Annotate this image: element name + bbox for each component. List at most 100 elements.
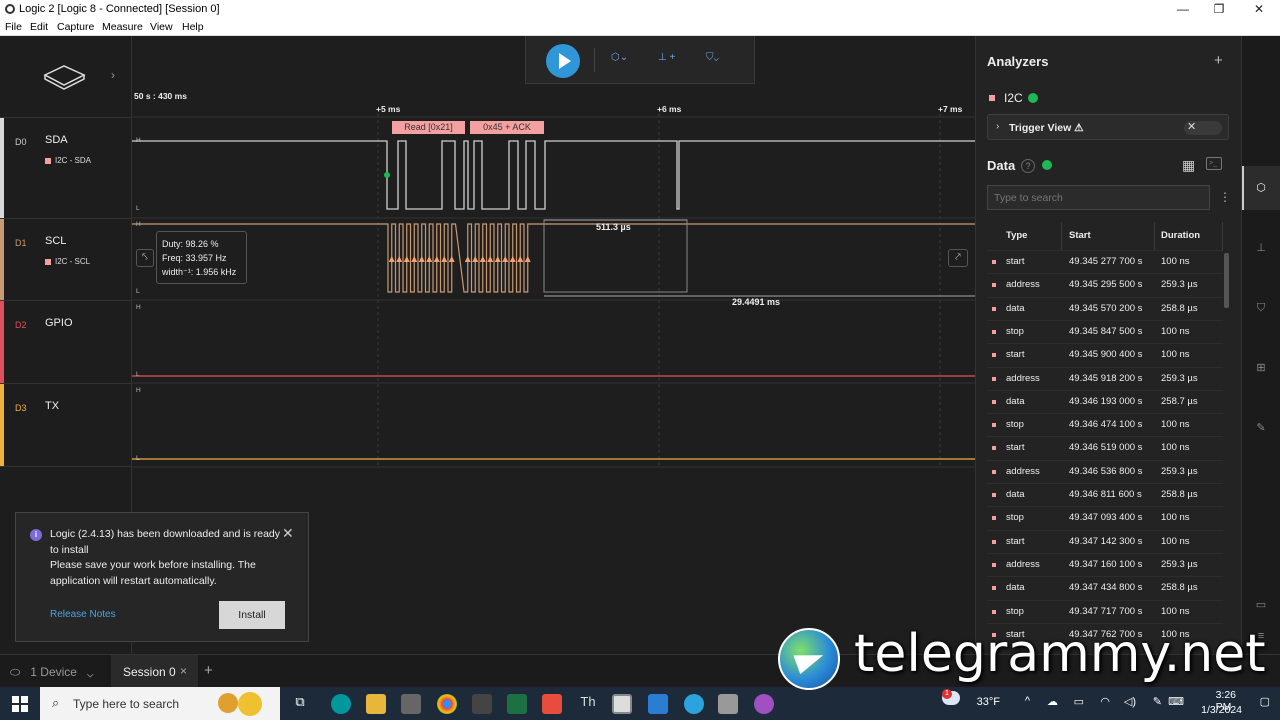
cell-duration: 100 ns bbox=[1161, 349, 1190, 361]
app-icon[interactable] bbox=[754, 694, 774, 714]
weather-sun-icon[interactable] bbox=[238, 692, 262, 716]
tx-high-label: H bbox=[136, 387, 141, 394]
table-row[interactable]: data 49.347 434 800 s 258.8 µs bbox=[987, 576, 1223, 599]
measure-falling-edge-icon[interactable]: ⤤ bbox=[948, 249, 968, 267]
menu-measure[interactable]: Measure bbox=[102, 21, 143, 33]
table-scrollbar[interactable] bbox=[1224, 253, 1229, 308]
volume-icon[interactable]: ◁) bbox=[1124, 695, 1136, 708]
add-marker-icon[interactable]: ⛉⌄ bbox=[706, 52, 719, 63]
windows-start-icon[interactable] bbox=[12, 696, 28, 712]
channel-row-d0[interactable]: D0 SDA I2C - SDA bbox=[0, 117, 132, 218]
column-header-start[interactable]: Start bbox=[1062, 222, 1155, 250]
table-row[interactable]: stop 49.347 717 700 s 100 ns bbox=[987, 599, 1223, 623]
trigger-settings-icon[interactable]: ⬡⌄ bbox=[611, 52, 628, 63]
release-notes-link[interactable]: Release Notes bbox=[50, 609, 116, 620]
expand-chevron-icon[interactable]: › bbox=[111, 68, 115, 82]
trigger-view-row[interactable]: › Trigger View ⚠ ✕ bbox=[987, 114, 1229, 140]
table-row[interactable]: start 49.345 900 400 s 100 ns bbox=[987, 343, 1223, 366]
menu-edit[interactable]: Edit bbox=[30, 21, 48, 33]
table-row[interactable]: address 49.345 918 200 s 259.3 µs bbox=[987, 366, 1223, 390]
app-icon[interactable] bbox=[718, 694, 738, 714]
channel-row-d1[interactable]: D1 SCL I2C - SCL bbox=[0, 218, 132, 300]
add-analyzer-button[interactable]: + bbox=[1214, 52, 1223, 69]
news-widget-icon[interactable] bbox=[218, 693, 238, 713]
table-row[interactable]: address 49.346 536 800 s 259.3 µs bbox=[987, 459, 1223, 483]
extensions-tab-icon[interactable]: ⊞ bbox=[1252, 359, 1270, 377]
notes-tab-icon[interactable]: ✎ bbox=[1252, 419, 1270, 437]
table-row[interactable]: start 49.345 277 700 s 100 ns bbox=[987, 250, 1223, 273]
excel-icon[interactable] bbox=[507, 694, 527, 714]
app-icon[interactable] bbox=[401, 694, 421, 714]
close-tab-icon[interactable]: × bbox=[180, 664, 187, 678]
task-view-icon[interactable]: ⧉ bbox=[290, 694, 310, 714]
row-color-marker bbox=[992, 446, 996, 451]
start-capture-button[interactable] bbox=[546, 44, 580, 78]
network-icon[interactable]: ▭ bbox=[1074, 695, 1084, 708]
tab-session-0[interactable]: Session 0 × bbox=[111, 655, 198, 688]
channel-analyzer-label: I2C - SDA bbox=[45, 156, 91, 165]
show-hidden-icons[interactable]: ^ bbox=[1025, 695, 1030, 707]
install-button[interactable]: Install bbox=[219, 601, 285, 629]
analyzers-tab-icon[interactable]: ⬡ bbox=[1252, 179, 1270, 197]
close-window-button[interactable]: ✕ bbox=[1244, 1, 1274, 18]
more-options-icon[interactable]: ⋮ bbox=[1219, 190, 1231, 204]
help-icon[interactable]: ? bbox=[1021, 159, 1035, 173]
add-session-button[interactable]: + bbox=[204, 662, 213, 679]
maximize-button[interactable]: ❐ bbox=[1204, 1, 1234, 18]
table-view-icon[interactable]: ▦ bbox=[1182, 157, 1195, 174]
table-row[interactable]: data 49.346 811 600 s 258.8 µs bbox=[987, 483, 1223, 506]
vscode-icon[interactable] bbox=[648, 694, 668, 714]
action-center-icon[interactable]: ▢ bbox=[1260, 695, 1270, 708]
minimize-button[interactable]: — bbox=[1168, 1, 1198, 18]
language-icon[interactable]: ⌨ bbox=[1168, 695, 1184, 708]
table-row[interactable]: start 49.347 142 300 s 100 ns bbox=[987, 529, 1223, 553]
markers-tab-icon[interactable]: ⛉ bbox=[1252, 299, 1270, 317]
app-icon[interactable] bbox=[472, 694, 492, 714]
telegram-icon[interactable] bbox=[684, 694, 704, 714]
table-row[interactable]: address 49.347 160 100 s 259.3 µs bbox=[987, 552, 1223, 576]
git-icon[interactable] bbox=[542, 694, 562, 714]
cell-start: 49.346 474 100 s bbox=[1069, 419, 1143, 431]
table-row[interactable]: start 49.346 519 000 s 100 ns bbox=[987, 436, 1223, 459]
clock-date[interactable]: 1/3/2024 bbox=[1201, 704, 1242, 716]
menu-view[interactable]: View bbox=[150, 21, 173, 33]
column-header-duration[interactable]: Duration bbox=[1155, 222, 1223, 250]
table-row[interactable]: stop 49.345 847 500 s 100 ns bbox=[987, 319, 1223, 343]
menu-help[interactable]: Help bbox=[182, 21, 204, 33]
app-icon[interactable]: Th bbox=[578, 694, 598, 714]
add-measurement-icon[interactable]: ⊥ + bbox=[658, 52, 675, 63]
table-row[interactable]: data 49.346 193 000 s 258.7 µs bbox=[987, 389, 1223, 413]
menu-capture[interactable]: Capture bbox=[57, 21, 94, 33]
trigger-view-toggle[interactable]: ✕ bbox=[1184, 121, 1222, 135]
table-row[interactable]: stop 49.347 093 400 s 100 ns bbox=[987, 506, 1223, 529]
wifi-icon[interactable]: ◠ bbox=[1100, 695, 1110, 708]
onedrive-icon[interactable]: ☁ bbox=[1047, 695, 1058, 708]
pen-icon[interactable]: ✎ bbox=[1153, 695, 1162, 708]
measure-rising-edge-icon[interactable]: ⤣ bbox=[136, 249, 154, 267]
protocol-bubble-data[interactable]: 0x45 + ACK bbox=[470, 121, 544, 134]
scl-high-label: H bbox=[136, 221, 141, 228]
chrome-icon[interactable] bbox=[437, 694, 457, 714]
table-row[interactable]: stop 49.346 474 100 s 100 ns bbox=[987, 413, 1223, 436]
terminal-view-icon[interactable]: >_ bbox=[1206, 157, 1222, 170]
channel-row-d3[interactable]: D3 TX bbox=[0, 383, 132, 467]
arduino-icon[interactable] bbox=[331, 694, 351, 714]
table-row[interactable]: address 49.345 295 500 s 259.3 µs bbox=[987, 273, 1223, 296]
channel-row-d2[interactable]: D2 GPIO bbox=[0, 300, 132, 383]
cell-duration: 258.8 µs bbox=[1161, 302, 1198, 314]
row-color-marker bbox=[992, 353, 996, 358]
clock-edge-marker bbox=[396, 256, 403, 262]
taskbar-search-box[interactable]: ⌕ Type here to search bbox=[40, 687, 280, 720]
measurements-tab-icon[interactable]: ⊥ bbox=[1252, 239, 1270, 257]
feedback-icon[interactable]: ▭ bbox=[1252, 596, 1270, 614]
menu-file[interactable]: File bbox=[5, 21, 22, 33]
table-row[interactable]: data 49.345 570 200 s 258.8 µs bbox=[987, 296, 1223, 320]
data-search-input[interactable] bbox=[987, 185, 1210, 210]
file-explorer-icon[interactable] bbox=[366, 694, 386, 714]
close-notification-button[interactable]: ✕ bbox=[282, 525, 294, 542]
analyzer-item[interactable]: I2C bbox=[987, 91, 1217, 107]
protocol-bubble-address[interactable]: Read [0x21] bbox=[392, 121, 465, 134]
column-header-type[interactable]: Type bbox=[1000, 222, 1062, 250]
device-selector[interactable]: ⬭ 1 Device ⌄ bbox=[10, 665, 93, 680]
logic-taskbar-icon[interactable] bbox=[612, 694, 632, 714]
